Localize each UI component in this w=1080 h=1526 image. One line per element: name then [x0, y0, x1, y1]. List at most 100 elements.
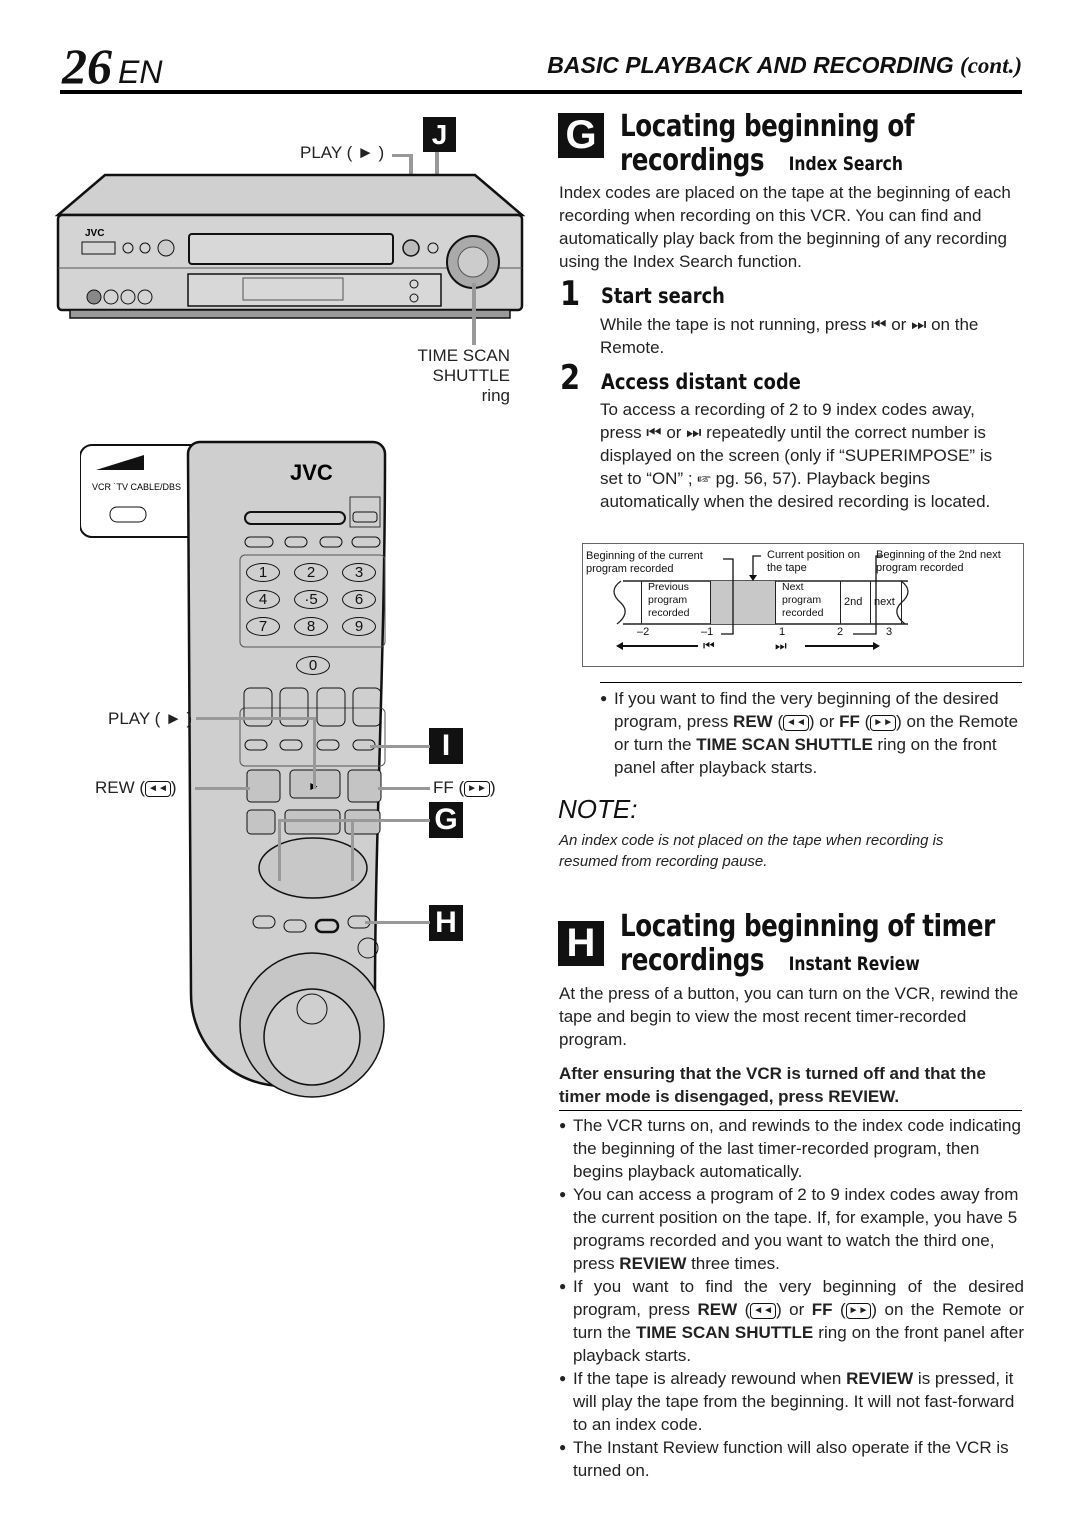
badge-g-remote: G [429, 802, 463, 838]
skip-forward-icon: ⏭ [775, 638, 787, 653]
rewind-icon: ◄◄ [145, 780, 171, 797]
bullet-bold: REVIEW [846, 1369, 914, 1388]
key-3: 3 [342, 563, 376, 582]
key-9: 9 [342, 617, 376, 636]
section-h-intro: At the press of a button, you can turn o… [559, 984, 1019, 1049]
leader-line [472, 283, 476, 345]
leader-line [195, 787, 250, 790]
index-minus-2: –2 [637, 626, 650, 638]
vcr-cassette-slot [188, 233, 394, 265]
section-title: BASIC PLAYBACK AND RECORDING [547, 52, 954, 78]
vcr-play-callout: PLAY ( ► ) [300, 143, 385, 162]
header-rule [60, 90, 1022, 94]
index-3: 3 [886, 626, 893, 638]
pointer-current-position [752, 555, 761, 577]
leader-line [378, 787, 430, 790]
section-g-intro: Index codes are placed on the tape at th… [559, 183, 1011, 271]
bullet-item: If the tape is already rewound when REVI… [559, 1367, 1024, 1436]
vcr-play-button [402, 239, 420, 257]
bullet-text: If the tape is already rewound when [573, 1369, 847, 1388]
jog-dial [263, 988, 361, 1086]
divider [600, 682, 1022, 683]
note-title: NOTE: [558, 794, 638, 824]
vcr-base [69, 309, 511, 319]
leader-line [351, 819, 354, 881]
key-1: 1 [246, 563, 280, 582]
fast-forward-icon: ►► [845, 1302, 872, 1319]
badge-h: H [558, 921, 604, 966]
remote-play-callout: PLAY ( ► ) [108, 709, 193, 728]
leader-line [278, 819, 430, 822]
section-g-title: Locating beginning of recordings Index S… [620, 110, 915, 181]
bullet-bold: FF [811, 1300, 833, 1319]
bullet-item: If you want to find the very beginning o… [559, 1275, 1024, 1367]
page-number-value: 26 [62, 38, 112, 94]
vcr-illustration: JVC [55, 173, 525, 319]
callout-line: TIME SCAN [417, 346, 510, 365]
cell-2nd: 2nd [840, 581, 870, 624]
step-1-title: Start search [601, 284, 725, 308]
bullet-item: The Instant Review function will also op… [559, 1436, 1024, 1482]
divider [559, 1110, 1022, 1111]
remote-ff-callout: FF (►►) [433, 778, 496, 798]
rewind-icon: ◄◄ [783, 714, 809, 731]
arrowhead [616, 642, 623, 650]
bullet-bold: TIME SCAN SHUTTLE [636, 1323, 814, 1342]
remote-illustration: VCR ˙TV CABLE/DBS JVC ► [80, 440, 387, 1098]
badge-h-remote: H [429, 905, 463, 941]
key-6: 6 [342, 590, 376, 609]
step-2-title: Access distant code [601, 370, 801, 394]
section-g-subtitle: Index Search [788, 153, 904, 175]
cell-current-program [710, 581, 775, 624]
badge-j: J [423, 117, 456, 152]
title-text: recordings [620, 943, 765, 978]
tip-rew: REW [733, 712, 773, 731]
section-h-subtitle: Instant Review [788, 953, 920, 975]
key-8: 8 [294, 617, 328, 636]
ff-label: FF ( [433, 778, 465, 797]
bullet-bold: REW [697, 1300, 738, 1319]
bullet-text: or [781, 1300, 812, 1319]
section-suffix: (cont.) [960, 53, 1022, 78]
vcr-top-panel [55, 173, 525, 217]
vcr-jog-dial [457, 246, 489, 278]
remote-brand-logo: JVC [290, 460, 333, 485]
tape-break-left [613, 580, 626, 625]
language-code: EN [118, 54, 163, 90]
section-header: BASIC PLAYBACK AND RECORDING (cont.) [547, 52, 1022, 79]
key-5: ·5 [294, 590, 328, 609]
fast-forward-icon: ►► [464, 780, 490, 797]
tip-text: or [814, 712, 840, 731]
leader-line [370, 745, 430, 748]
key-2: 2 [294, 563, 328, 582]
vcr-power-button [157, 239, 175, 257]
mode-switch-labels: VCR ˙TV CABLE/DBS [92, 482, 181, 492]
section-h-title: Locating beginning of timer recordings I… [620, 910, 995, 981]
key-0: 0 [296, 656, 330, 675]
arrowhead [873, 642, 880, 650]
bullet-item: The VCR turns on, and rewinds to the ind… [559, 1114, 1024, 1183]
bullet-bold: REVIEW [619, 1254, 687, 1273]
cell-next: next [870, 581, 902, 624]
fast-forward-icon: ►► [870, 714, 897, 731]
bullet-item: You can access a program of 2 to 9 index… [559, 1183, 1024, 1275]
paren: ) [170, 778, 177, 797]
title-line: recordings Index Search [620, 144, 914, 181]
step-1-text: While the tape is not running, press ⏮ o… [600, 315, 979, 357]
title-line: Locating beginning of timer [620, 909, 995, 944]
index-code-diagram: Beginning of the current program recorde… [582, 543, 1024, 667]
rew-label: REW ( [95, 778, 146, 797]
step-2-text: To access a recording of 2 to 9 index co… [600, 400, 993, 511]
rewind-icon: ◄◄ [750, 1302, 777, 1319]
vcr-brand-logo: JVC [85, 228, 104, 239]
cell-previous-program: Previous program recorded [641, 581, 710, 624]
paren: ) [489, 778, 496, 797]
leader-line [278, 819, 281, 881]
badge-g: G [558, 113, 604, 158]
leader-line [313, 717, 316, 789]
vcr-svideo-jack [86, 289, 102, 305]
step-2-number: 2 [560, 358, 581, 398]
skip-back-icon: ⏮ [703, 638, 715, 653]
note-text: An index code is not placed on the tape … [559, 832, 944, 870]
vcr-control-panel [187, 273, 442, 307]
